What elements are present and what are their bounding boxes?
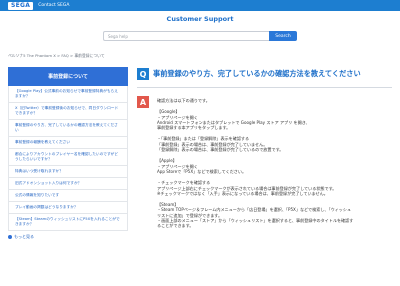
answer-body: 確認方法は以下の通りです。 【Google】 ・アプリページを開く Androi… bbox=[157, 98, 397, 229]
answer-badge: A bbox=[137, 96, 149, 108]
sidebar-item[interactable]: 事前登録のやり方、完了しているかの確認方法を教えてください bbox=[9, 120, 127, 137]
sidebar-heading: 事前登録について bbox=[8, 67, 128, 86]
show-more-label: もっと見る bbox=[14, 234, 34, 239]
sidebar-item[interactable]: 旧式アドオンショット入りは何ですか？ bbox=[9, 178, 127, 190]
sidebar-item[interactable]: 事前登録の報酬を教えてください bbox=[9, 137, 127, 149]
sidebar-list: 【Google Play】公式事前のお知らせで事前登録特典がもらえますか？ X（… bbox=[8, 86, 128, 231]
answer-line: ることができます。 bbox=[157, 223, 194, 229]
question-header: Q 事前登録のやり方、完了しているかの確認方法を教えてください bbox=[137, 68, 361, 80]
sidebar-item[interactable]: プレイ動画の掲載はどうなりますか？ bbox=[9, 202, 127, 214]
page-title: Customer Support bbox=[166, 15, 234, 23]
sidebar-item[interactable]: 【Google Play】公式事前のお知らせで事前登録特典がもらえますか？ bbox=[9, 86, 127, 103]
question-badge: Q bbox=[137, 68, 149, 80]
sega-logo[interactable]: SEGA bbox=[8, 1, 34, 10]
search-input[interactable]: Sega help bbox=[103, 31, 269, 41]
sidebar: 事前登録について 【Google Play】公式事前のお知らせで事前登録特典がも… bbox=[8, 67, 128, 240]
show-more-link[interactable]: もっと見る bbox=[8, 234, 128, 240]
search-bar: Sega help Search bbox=[103, 31, 297, 41]
chevron-right-icon bbox=[8, 235, 12, 239]
sidebar-item[interactable]: 都合によりアカウントのプレイヤー名を確認したいのですがどうしたらいいですか？ bbox=[9, 149, 127, 166]
sidebar-item[interactable]: 【Steam】SteamのウィッシュリストにP5Xを入れることができますか？ bbox=[9, 214, 127, 231]
sidebar-item[interactable]: 公式の情報を知りたいです bbox=[9, 190, 127, 202]
search-button[interactable]: Search bbox=[269, 31, 297, 41]
top-bar: SEGA Contact SEGA bbox=[0, 0, 400, 11]
breadcrumb[interactable]: ペルソナ5 The Phantom X > FAQ > 事前登録について bbox=[8, 53, 105, 59]
sidebar-item[interactable]: 特典はいつ受け取れますか？ bbox=[9, 166, 127, 178]
divider bbox=[137, 87, 392, 88]
question-title: 事前登録のやり方、完了しているかの確認方法を教えてください bbox=[153, 69, 361, 78]
sidebar-item[interactable]: X（旧Twitter）で事前登録後のお知らせで、同日ダウンロードできますか？ bbox=[9, 103, 127, 120]
contact-sega-link[interactable]: Contact SEGA bbox=[38, 3, 69, 8]
